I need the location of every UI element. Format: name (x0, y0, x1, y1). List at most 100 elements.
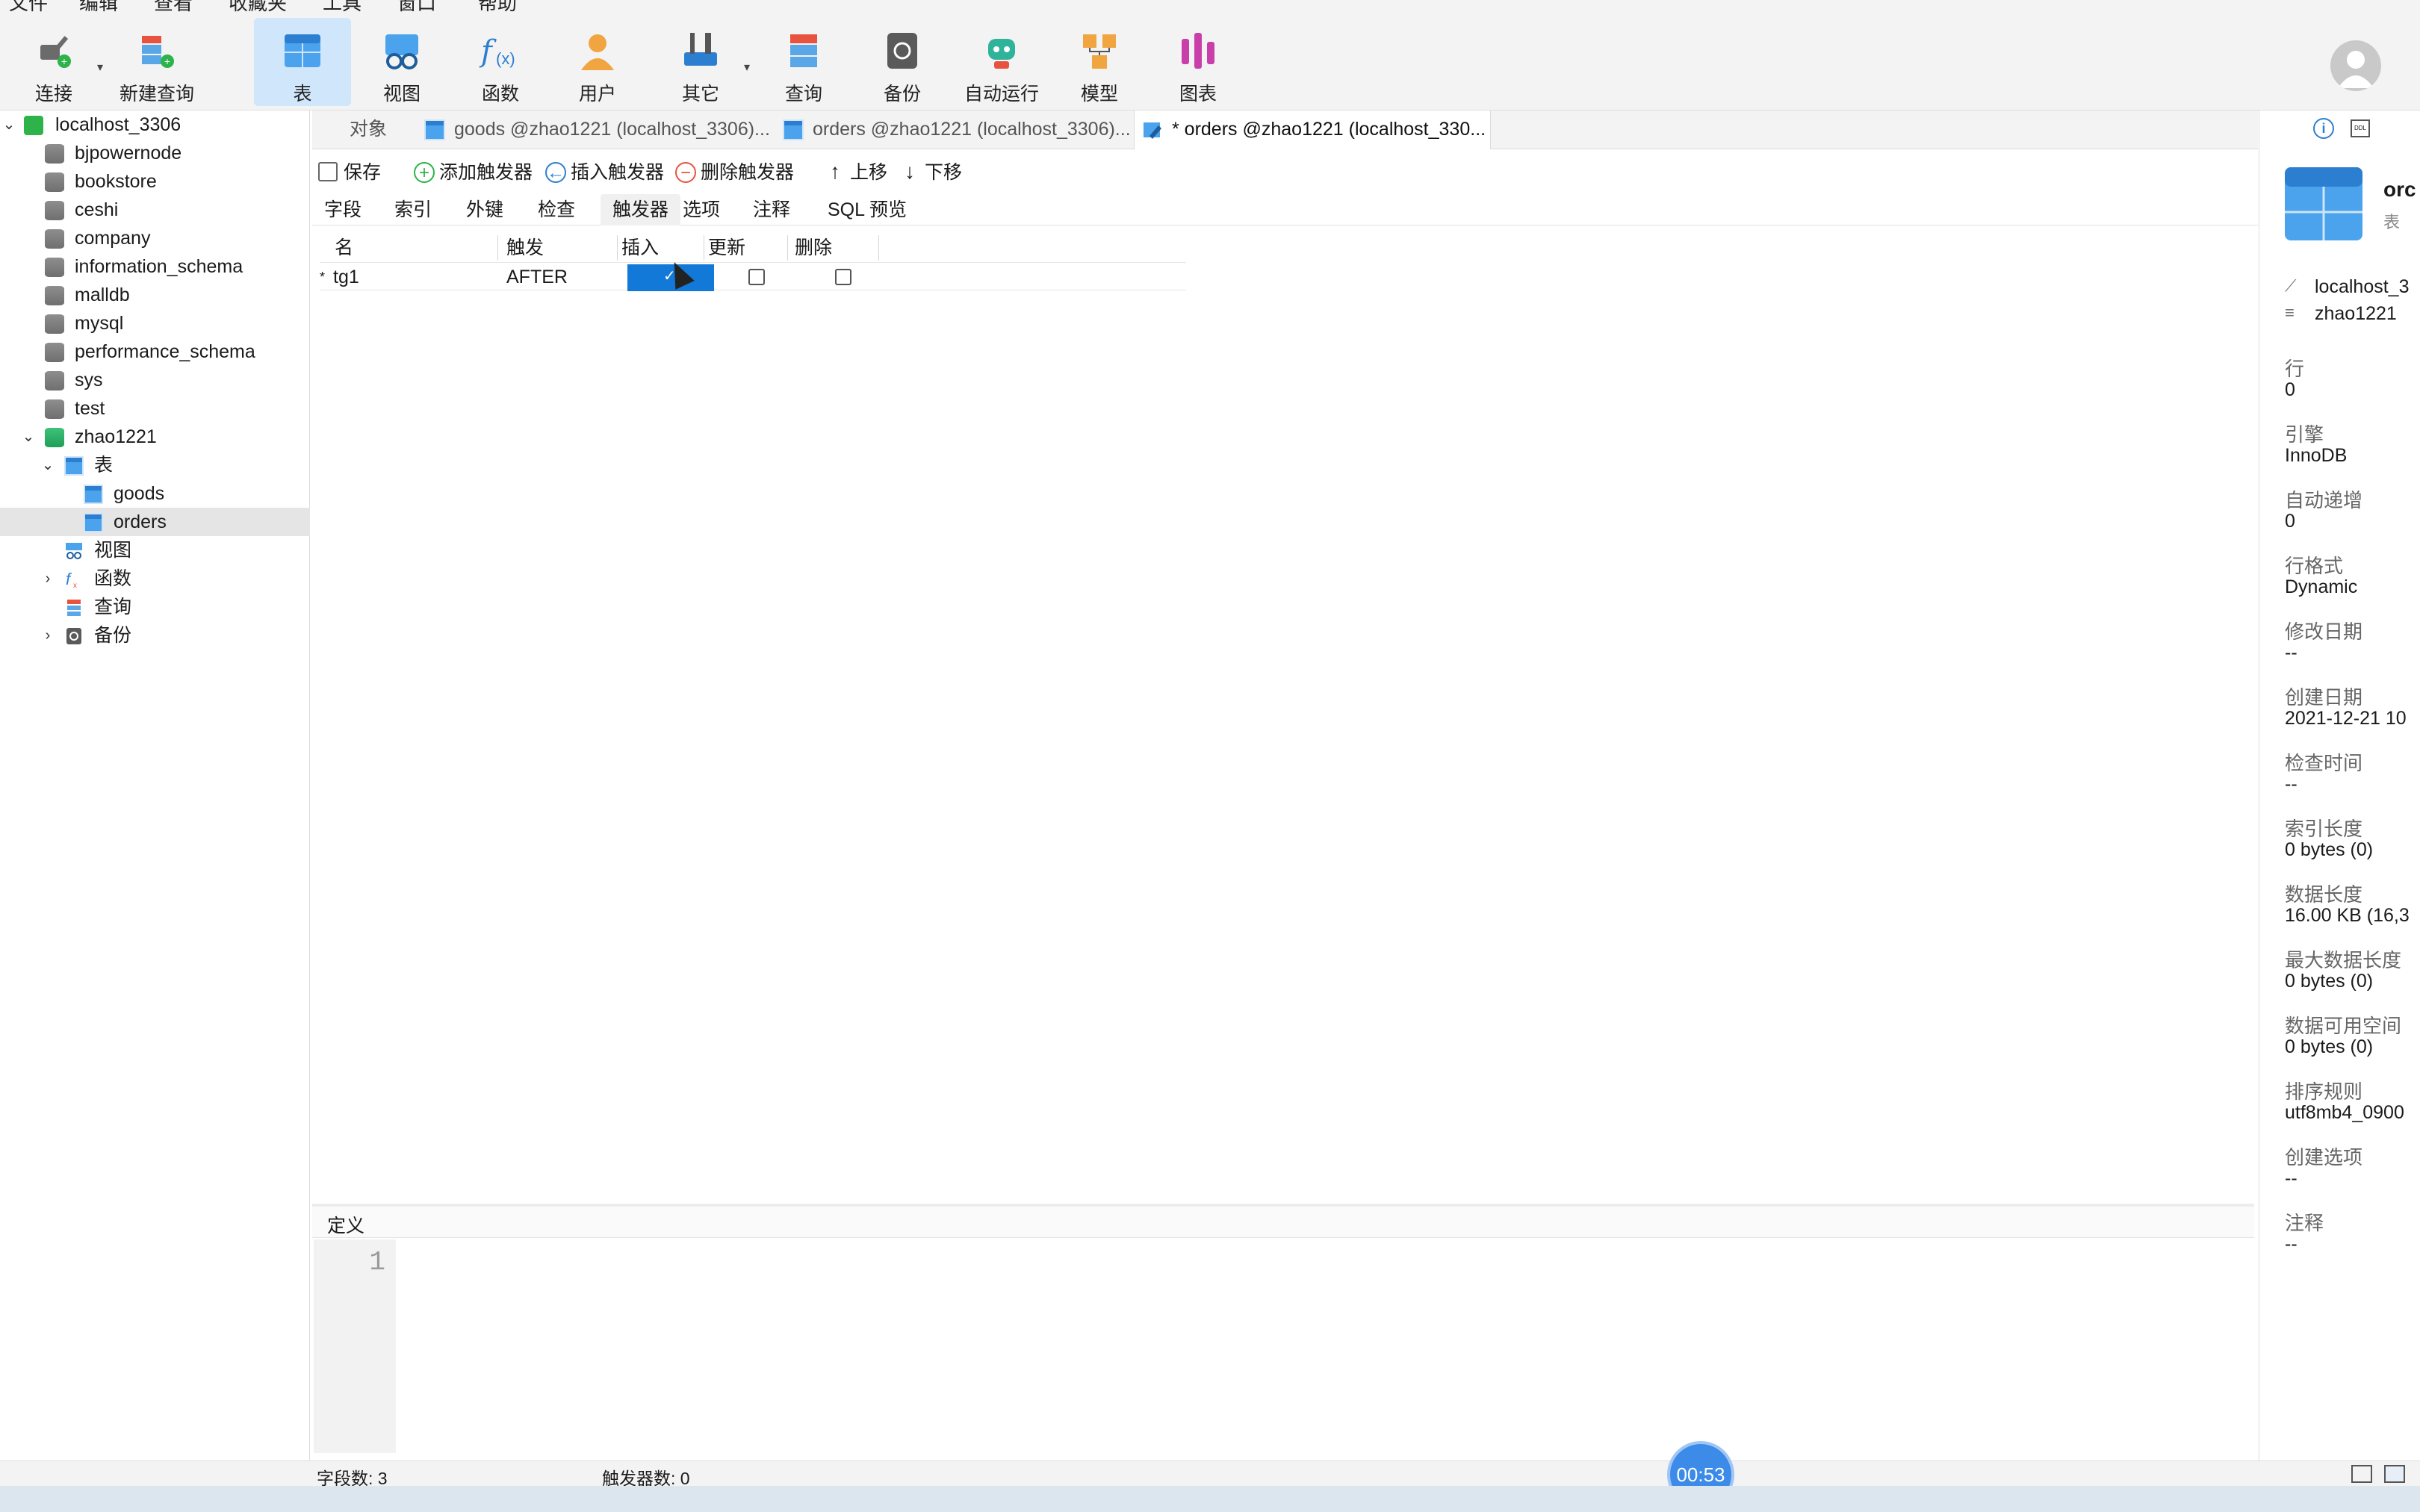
menu-favorites[interactable]: 收藏夹 (229, 0, 287, 13)
tree-db-performance-schema[interactable]: performance_schema (0, 337, 310, 366)
trigger-name-cell[interactable]: tg1 (333, 263, 359, 291)
tree-db-label: performance_schema (75, 341, 255, 362)
tab-orders[interactable]: orders @zhao1221 (localhost_3306)... (775, 111, 1132, 149)
main-toolbar: + 连接 ▾ + 新建查询 表 视图 f (x) 函数 用户 其它 ▾ 查询 备份… (0, 13, 2420, 111)
tree-db-mysql[interactable]: mysql (0, 309, 310, 337)
tab-orders-design[interactable]: * orders @zhao1221 (localhost_330... (1134, 111, 1491, 149)
menu-edit[interactable]: 编辑 (79, 0, 118, 13)
ddl-icon[interactable]: DDL (2351, 119, 2370, 137)
menu-window[interactable]: 窗口 (397, 0, 436, 13)
layout-right-pane-icon[interactable] (2384, 1465, 2405, 1483)
backup-icon (66, 628, 81, 644)
other-label: 其它 (681, 84, 719, 105)
tree-db-bjpowernode[interactable]: bjpowernode (0, 139, 310, 167)
user-button[interactable]: 用户 (553, 18, 642, 106)
query-button[interactable]: 查询 (759, 18, 848, 106)
new-query-icon: + (142, 36, 174, 68)
chart-button[interactable]: 图表 (1153, 18, 1243, 106)
layout-left-pane-icon[interactable] (2351, 1465, 2372, 1483)
tab-goods[interactable]: goods @zhao1221 (localhost_3306)... (417, 111, 771, 149)
chevron-right-icon[interactable]: › (40, 621, 55, 650)
tree-db-test[interactable]: test (0, 394, 310, 423)
other-button[interactable]: 其它 (656, 18, 745, 106)
table-icon (783, 119, 804, 140)
tree-queries-folder[interactable]: 查询 (0, 593, 310, 621)
tree-db-information-schema[interactable]: information_schema (0, 252, 310, 281)
other-dropdown-icon[interactable]: ▾ (744, 60, 750, 75)
chevron-down-icon[interactable]: ⌄ (40, 451, 55, 479)
info-datalen-key: 数据长度 (2285, 883, 2363, 906)
subtab-fields[interactable]: 字段 (312, 194, 373, 225)
move-down-button[interactable]: ↓ 下移 (899, 160, 962, 185)
menu-tools[interactable]: 工具 (323, 0, 362, 13)
tree-db-sys[interactable]: sys (0, 366, 310, 394)
chevron-down-icon[interactable]: ⌄ (21, 423, 36, 451)
tree-db-bookstore[interactable]: bookstore (0, 167, 310, 196)
model-icon (1083, 34, 1116, 69)
tree-queries-label: 查询 (94, 597, 132, 617)
account-avatar[interactable] (2330, 40, 2381, 91)
subtab-comments[interactable]: 注释 (741, 194, 802, 225)
subtab-options[interactable]: 选项 (671, 194, 732, 225)
add-trigger-button[interactable]: + 添加触发器 (414, 160, 533, 185)
tree-db-label: bookstore (75, 171, 157, 192)
trigger-fire-cell[interactable]: AFTER (506, 263, 568, 291)
delete-trigger-button[interactable]: − 删除触发器 (675, 160, 794, 185)
tree-table-orders[interactable]: orders (0, 508, 310, 536)
tree-db-zhao1221[interactable]: ⌄ zhao1221 (0, 423, 310, 451)
menu-view[interactable]: 查看 (154, 0, 193, 13)
subtab-indexes[interactable]: 索引 (382, 194, 444, 225)
info-indexlen-key: 索引长度 (2285, 818, 2363, 840)
delete-checkbox[interactable] (835, 269, 851, 285)
info-connection: localhost_3 (2315, 276, 2410, 297)
automation-button[interactable]: 自动运行 (955, 18, 1049, 106)
tree-views-folder[interactable]: 视图 (0, 536, 310, 564)
tree-db-ceshi[interactable]: ceshi (0, 196, 310, 224)
new-query-button[interactable]: + 新建查询 (112, 18, 202, 106)
subtab-sql-preview[interactable]: SQL 预览 (816, 194, 919, 225)
tree-db-label: mysql (75, 313, 124, 334)
definition-editor[interactable] (396, 1239, 2253, 1453)
view-button[interactable]: 视图 (357, 18, 447, 106)
model-button[interactable]: 模型 (1055, 18, 1144, 106)
info-icon[interactable]: i (2313, 118, 2334, 139)
definition-label[interactable]: 定义 (327, 1211, 364, 1238)
info-engine-key: 引擎 (2285, 423, 2324, 446)
backup-button[interactable]: 备份 (857, 18, 947, 106)
subtab-checks[interactable]: 检查 (526, 194, 587, 225)
function-button[interactable]: f (x) 函数 (456, 18, 545, 106)
svg-text:x: x (73, 582, 77, 589)
tree-backups-folder[interactable]: › 备份 (0, 621, 310, 650)
update-checkbox[interactable] (748, 269, 765, 285)
tree-db-company[interactable]: company (0, 224, 310, 252)
chevron-right-icon[interactable]: › (40, 564, 55, 593)
move-up-button[interactable]: ↑ 上移 (825, 160, 887, 185)
tree-db-label: sys (75, 370, 103, 391)
tree-connection[interactable]: ⌄ localhost_3306 (0, 111, 310, 139)
query-label: 查询 (784, 84, 822, 105)
subtab-triggers[interactable]: 触发器 (601, 194, 681, 225)
subtab-foreign-keys[interactable]: 外键 (454, 194, 515, 225)
connect-button[interactable]: + 连接 (9, 18, 99, 106)
insert-trigger-button[interactable]: ← 插入触发器 (545, 160, 664, 185)
tree-table-goods[interactable]: goods (0, 479, 310, 508)
info-checktime-key: 检查时间 (2285, 752, 2363, 774)
tree-table-label: orders (114, 511, 167, 532)
database-icon (45, 343, 64, 362)
save-button[interactable]: 保存 (318, 160, 381, 185)
chevron-down-icon[interactable]: ⌄ (1, 111, 16, 139)
document-tabs: 对象 goods @zhao1221 (localhost_3306)... o… (312, 111, 2258, 149)
tree-tables-folder[interactable]: ⌄ 表 (0, 451, 310, 479)
connect-dropdown-icon[interactable]: ▾ (97, 60, 103, 75)
database-icon (45, 258, 64, 277)
tree-backups-label: 备份 (94, 625, 132, 646)
menu-file[interactable]: 文件 (9, 0, 48, 13)
info-autoinc-key: 自动递增 (2285, 489, 2363, 511)
table-row[interactable]: * tg1 AFTER ✓ (320, 262, 1186, 291)
table-button[interactable]: 表 (254, 18, 351, 106)
menu-help[interactable]: 帮助 (478, 0, 517, 13)
arrow-up-icon: ↑ (830, 160, 840, 183)
tab-objects[interactable]: 对象 (312, 111, 408, 149)
tree-db-malldb[interactable]: malldb (0, 281, 310, 309)
tree-functions-folder[interactable]: › fx 函数 (0, 564, 310, 593)
